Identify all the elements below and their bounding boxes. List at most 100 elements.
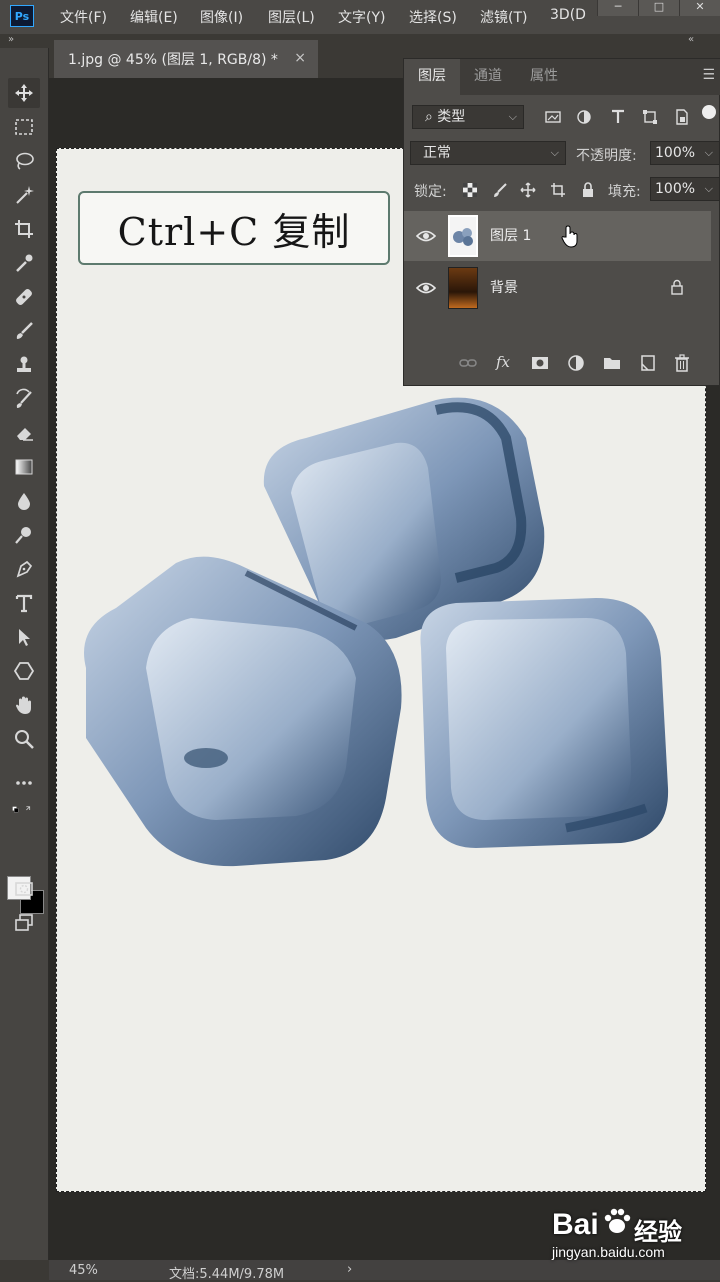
quick-mask-icon[interactable]: [8, 874, 40, 904]
search-icon: ⌕: [425, 109, 438, 125]
menu-select[interactable]: 选择(S): [409, 7, 457, 27]
layer-row-background[interactable]: 背景: [404, 263, 711, 313]
opacity-label: 不透明度:: [576, 148, 637, 164]
layer-row-layer1[interactable]: 图层 1: [404, 211, 711, 261]
filter-smart-object-icon[interactable]: [672, 107, 692, 127]
opacity-input[interactable]: 100% ⌵: [650, 141, 720, 165]
shape-tool-icon[interactable]: [8, 656, 40, 686]
layer-thumbnail-background: [448, 267, 478, 309]
lock-fill-row: 锁定: 填充: 100% ⌵: [404, 175, 720, 203]
expand-toolbar-icon[interactable]: »: [8, 34, 14, 45]
more-tools-icon[interactable]: [8, 768, 40, 798]
path-selection-tool-icon[interactable]: [8, 622, 40, 652]
hand-tool-icon[interactable]: [8, 690, 40, 720]
filter-type-icon[interactable]: [608, 107, 628, 127]
opacity-value: 100%: [655, 145, 696, 161]
panel-tab-bar: 图层 通道 属性 ☰: [404, 59, 720, 95]
zoom-level[interactable]: 45%: [69, 1263, 98, 1278]
blur-tool-icon[interactable]: [8, 486, 40, 516]
photoshop-logo[interactable]: Ps: [10, 5, 34, 27]
new-group-folder-icon[interactable]: [602, 353, 622, 373]
chevron-down-icon: ⌵: [704, 146, 713, 159]
type-tool-icon[interactable]: [8, 588, 40, 618]
gradient-tool-icon[interactable]: [8, 452, 40, 482]
menu-filter[interactable]: 滤镜(T): [480, 7, 527, 27]
menu-layer[interactable]: 图层(L): [268, 7, 315, 27]
filter-shape-icon[interactable]: [640, 107, 660, 127]
filter-toggle-icon[interactable]: [702, 105, 716, 119]
magic-wand-tool-icon[interactable]: [8, 180, 40, 210]
filter-kind-value: 类型: [437, 109, 466, 125]
layer-name[interactable]: 图层 1: [490, 225, 531, 245]
filter-kind-select[interactable]: ⌕ 类型 ⌵: [412, 105, 524, 129]
menu-image[interactable]: 图像(I): [200, 7, 243, 27]
brush-tool-icon[interactable]: [8, 316, 40, 346]
tab-layers[interactable]: 图层: [404, 59, 460, 95]
collapse-panels-icon[interactable]: «: [688, 34, 694, 45]
baidu-jingyan-watermark: Bai 经验 jingyan.baidu.com: [552, 1200, 712, 1270]
document-size-info: 文档:5.44M/9.78M: [169, 1267, 285, 1282]
dodge-tool-icon[interactable]: [8, 520, 40, 550]
layer-name[interactable]: 背景: [490, 277, 518, 297]
watermark-brand-cn: 经验: [634, 1218, 682, 1246]
layer-thumbnail-ice: [448, 215, 478, 257]
chevron-down-icon: ⌵: [704, 182, 713, 195]
lock-transparent-icon[interactable]: [460, 180, 480, 200]
layer-filter-row: ⌕ 类型 ⌵: [404, 103, 720, 131]
add-mask-icon[interactable]: [530, 353, 550, 373]
clone-stamp-tool-icon[interactable]: [8, 350, 40, 380]
default-colors-icon[interactable]: [2, 800, 42, 820]
eraser-tool-icon[interactable]: [8, 418, 40, 448]
fill-input[interactable]: 100% ⌵: [650, 177, 720, 201]
menu-type[interactable]: 文字(Y): [338, 7, 385, 27]
layer-style-fx-icon[interactable]: fx: [496, 353, 516, 373]
hand-cursor-icon: [561, 225, 578, 248]
document-tab-title: 1.jpg @ 45% (图层 1, RGB/8) *: [68, 52, 278, 68]
minimize-button[interactable]: ─: [597, 0, 638, 16]
lock-image-brush-icon[interactable]: [490, 180, 510, 200]
tools-panel: [0, 48, 49, 1260]
maximize-button[interactable]: □: [638, 0, 679, 16]
filter-adjustment-icon[interactable]: [574, 107, 594, 127]
history-brush-tool-icon[interactable]: [8, 384, 40, 414]
healing-brush-tool-icon[interactable]: [8, 282, 40, 312]
zoom-tool-icon[interactable]: [8, 724, 40, 754]
link-layers-icon[interactable]: [458, 353, 478, 373]
tab-channels[interactable]: 通道: [460, 59, 516, 95]
lock-position-icon[interactable]: [518, 180, 538, 200]
shortcut-hint-label: Ctrl+C 复制: [78, 191, 390, 265]
delete-layer-trash-icon[interactable]: [672, 353, 692, 373]
eyedropper-tool-icon[interactable]: [8, 248, 40, 278]
panel-menu-icon[interactable]: ☰: [702, 67, 715, 83]
new-layer-icon[interactable]: [638, 353, 658, 373]
lock-icon[interactable]: [670, 279, 684, 295]
screen-mode-icon[interactable]: [8, 908, 40, 938]
pen-tool-icon[interactable]: [8, 554, 40, 584]
close-window-button[interactable]: ✕: [679, 0, 720, 16]
menu-edit[interactable]: 编辑(E): [130, 7, 178, 27]
filter-pixel-icon[interactable]: [543, 107, 563, 127]
watermark-url: jingyan.baidu.com: [552, 1244, 665, 1260]
watermark-brand: Bai: [552, 1208, 599, 1241]
blend-mode-value: 正常: [423, 145, 451, 161]
document-tab[interactable]: 1.jpg @ 45% (图层 1, RGB/8) * ×: [54, 40, 318, 78]
fill-label: 填充:: [608, 184, 641, 200]
lock-artboard-icon[interactable]: [548, 180, 568, 200]
menu-3d[interactable]: 3D(D: [550, 7, 586, 23]
status-menu-arrow-icon[interactable]: ›: [347, 1262, 352, 1277]
adjustment-layer-icon[interactable]: [566, 353, 586, 373]
move-tool-icon[interactable]: [8, 78, 40, 108]
lock-label: 锁定:: [414, 184, 447, 200]
visibility-eye-icon[interactable]: [416, 227, 436, 245]
menu-file[interactable]: 文件(F): [60, 7, 107, 27]
close-document-icon[interactable]: ×: [294, 50, 306, 66]
tab-properties[interactable]: 属性: [516, 59, 572, 95]
lasso-tool-icon[interactable]: [8, 146, 40, 176]
blend-mode-select[interactable]: 正常 ⌵: [410, 141, 566, 165]
blend-opacity-row: 正常 ⌵ 不透明度: 100% ⌵: [404, 139, 720, 167]
lock-all-icon[interactable]: [578, 180, 598, 200]
visibility-eye-icon[interactable]: [416, 279, 436, 297]
marquee-tool-icon[interactable]: [8, 112, 40, 142]
fill-value: 100%: [655, 181, 696, 197]
crop-tool-icon[interactable]: [8, 214, 40, 244]
